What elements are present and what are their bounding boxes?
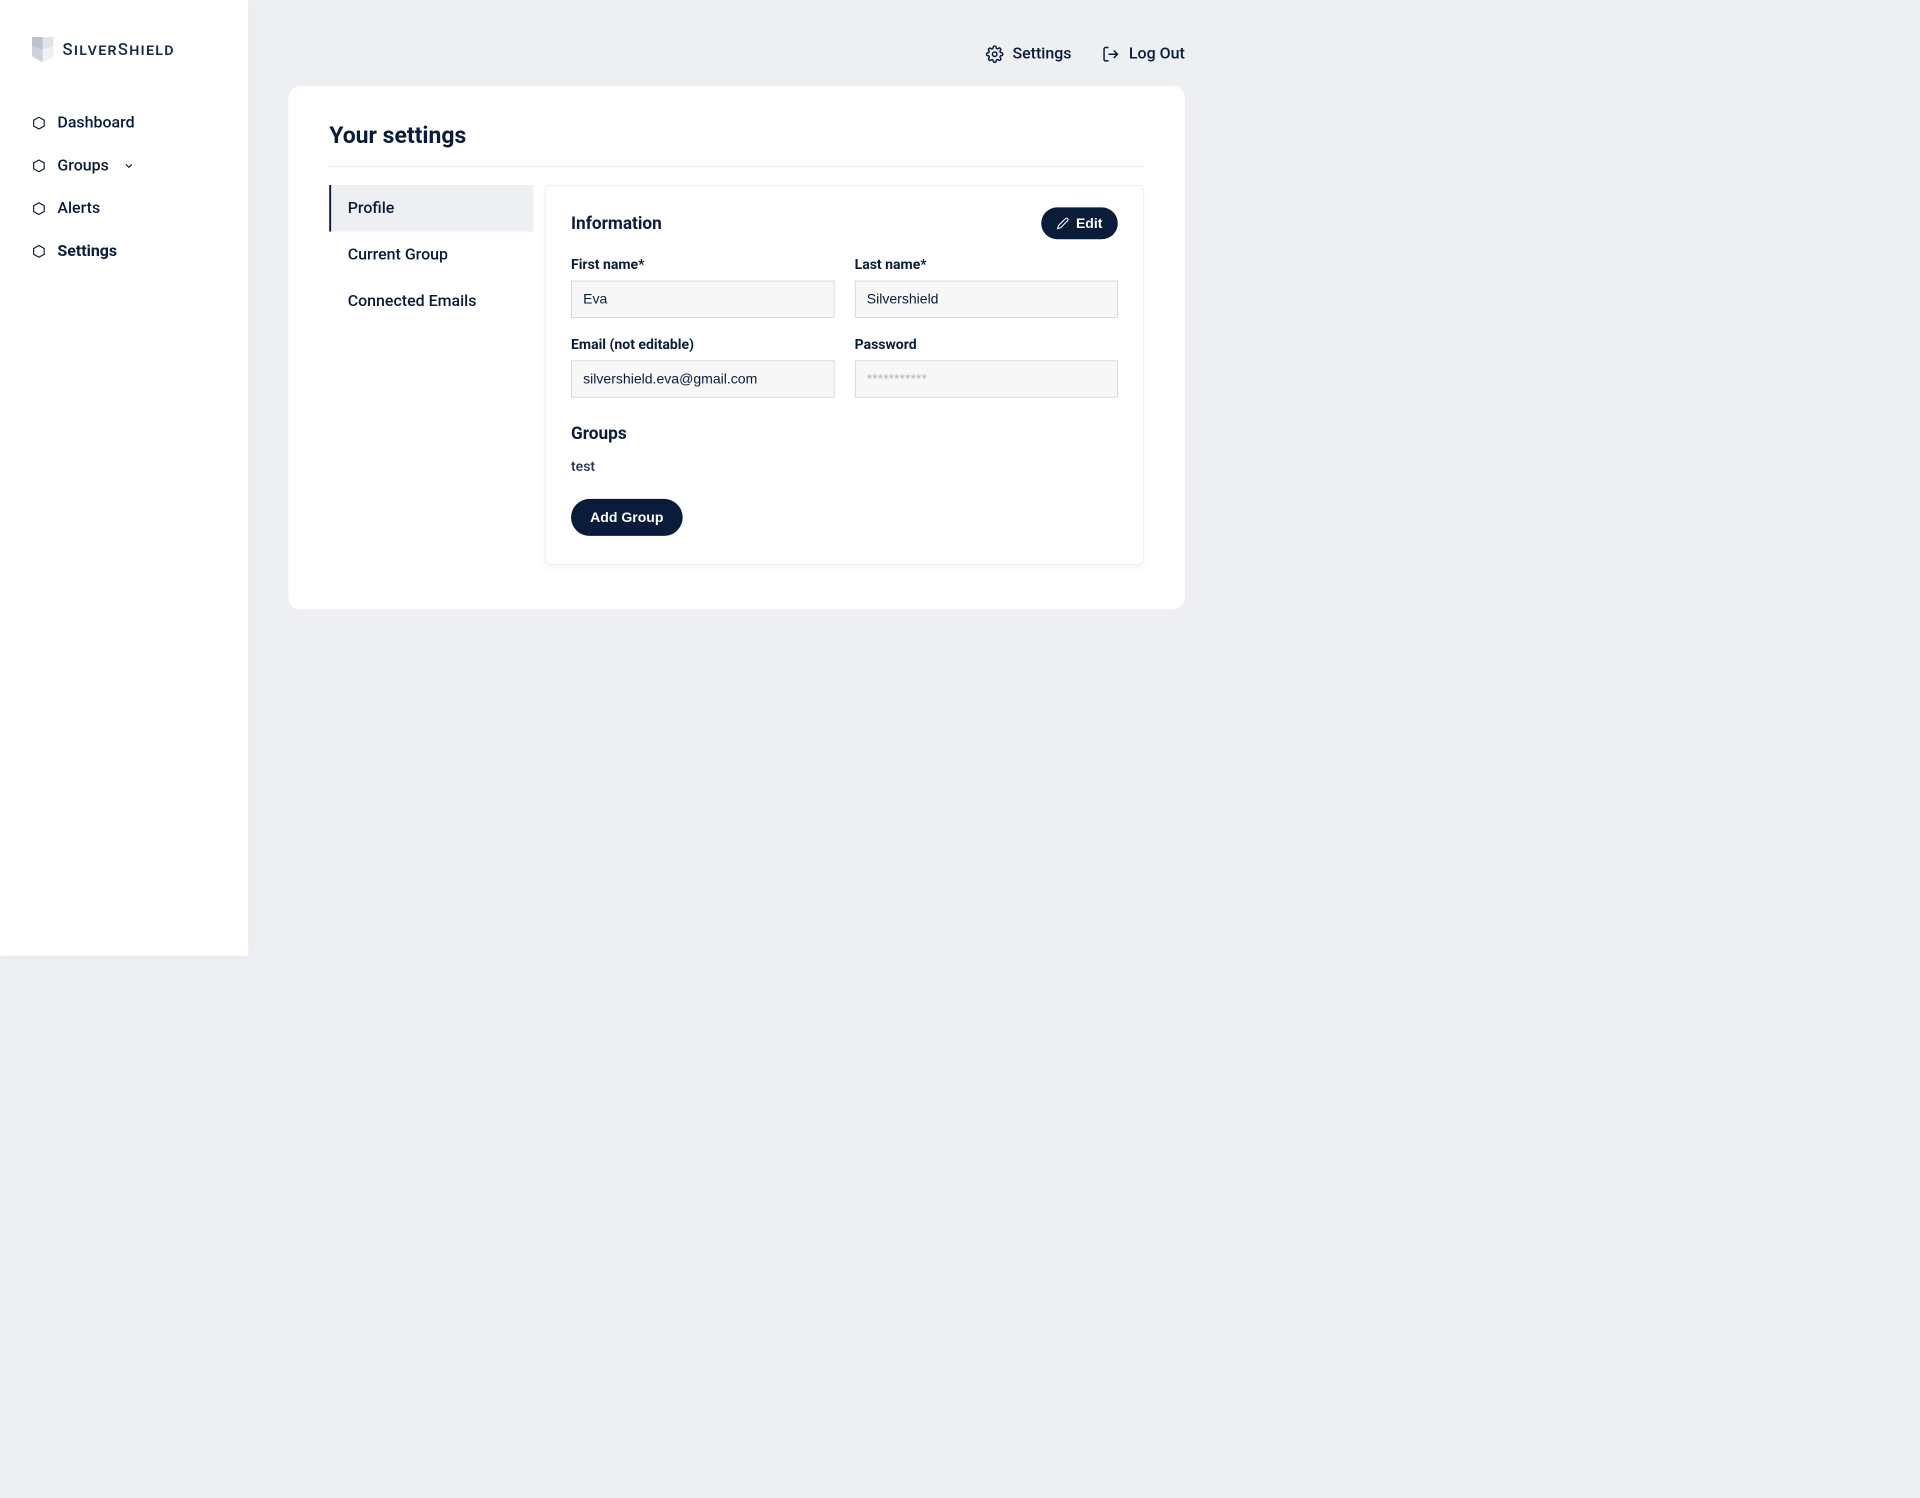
sidebar-item-settings[interactable]: Settings xyxy=(32,242,216,261)
pencil-icon xyxy=(1057,217,1070,230)
edit-button-label: Edit xyxy=(1076,215,1103,232)
group-item: test xyxy=(571,459,1118,475)
topbar-settings-label: Settings xyxy=(1012,45,1071,64)
divider xyxy=(329,167,1144,168)
logo-text: SilverShield xyxy=(63,40,175,59)
card-header: Information Edit xyxy=(571,207,1118,239)
topbar-settings[interactable]: Settings xyxy=(986,45,1072,64)
hexagon-icon xyxy=(32,201,46,215)
settings-panel: Your settings Profile Current Group Conn… xyxy=(288,86,1184,609)
information-title: Information xyxy=(571,213,662,233)
main: Settings Log Out Your settings Profile C… xyxy=(248,0,1225,956)
last-name-field[interactable] xyxy=(855,281,1118,318)
nav-list: Dashboard Groups Alerts Settings xyxy=(32,114,216,261)
gear-icon xyxy=(986,45,1004,63)
first-name-field[interactable] xyxy=(571,281,834,318)
last-name-field-wrapper: Last name* xyxy=(855,257,1118,318)
logo[interactable]: SilverShield xyxy=(32,37,216,63)
tab-profile[interactable]: Profile xyxy=(329,185,533,232)
form-grid: First name* Last name* Email (not editab… xyxy=(571,257,1118,397)
shield-icon xyxy=(32,37,54,63)
password-field-wrapper: Password xyxy=(855,337,1118,398)
sidebar-item-label: Groups xyxy=(57,156,108,175)
panel-body: Profile Current Group Connected Emails I… xyxy=(329,185,1144,565)
page-title: Your settings xyxy=(329,122,1144,149)
email-label: Email (not editable) xyxy=(571,337,834,353)
tab-label: Current Group xyxy=(348,246,448,265)
profile-card: Information Edit First name* Last na xyxy=(545,185,1144,565)
topbar-logout-label: Log Out xyxy=(1129,45,1185,64)
topbar-logout[interactable]: Log Out xyxy=(1102,45,1185,64)
email-field-wrapper: Email (not editable) xyxy=(571,337,834,398)
edit-button[interactable]: Edit xyxy=(1041,207,1117,239)
topbar: Settings Log Out xyxy=(288,45,1184,64)
settings-tabs: Profile Current Group Connected Emails xyxy=(329,185,533,565)
sidebar-item-alerts[interactable]: Alerts xyxy=(32,199,216,218)
chevron-down-icon xyxy=(123,160,134,171)
tab-current-group[interactable]: Current Group xyxy=(329,232,533,279)
sidebar-item-groups[interactable]: Groups xyxy=(32,156,216,175)
password-label: Password xyxy=(855,337,1118,353)
sidebar-item-dashboard[interactable]: Dashboard xyxy=(32,114,216,133)
email-field xyxy=(571,360,834,397)
hexagon-icon xyxy=(32,159,46,173)
tab-label: Profile xyxy=(348,199,395,218)
tab-connected-emails[interactable]: Connected Emails xyxy=(329,278,533,325)
sidebar-item-label: Dashboard xyxy=(57,114,134,133)
sidebar-item-label: Settings xyxy=(57,242,117,261)
groups-title: Groups xyxy=(571,423,1118,443)
add-group-button[interactable]: Add Group xyxy=(571,499,683,536)
first-name-field-wrapper: First name* xyxy=(571,257,834,318)
password-field[interactable] xyxy=(855,360,1118,397)
first-name-label: First name* xyxy=(571,257,834,273)
logout-icon xyxy=(1102,45,1120,63)
hexagon-icon xyxy=(32,244,46,258)
sidebar-item-label: Alerts xyxy=(57,199,100,218)
sidebar: SilverShield Dashboard Groups Alerts xyxy=(0,0,248,956)
last-name-label: Last name* xyxy=(855,257,1118,273)
hexagon-icon xyxy=(32,116,46,130)
tab-label: Connected Emails xyxy=(348,292,477,311)
